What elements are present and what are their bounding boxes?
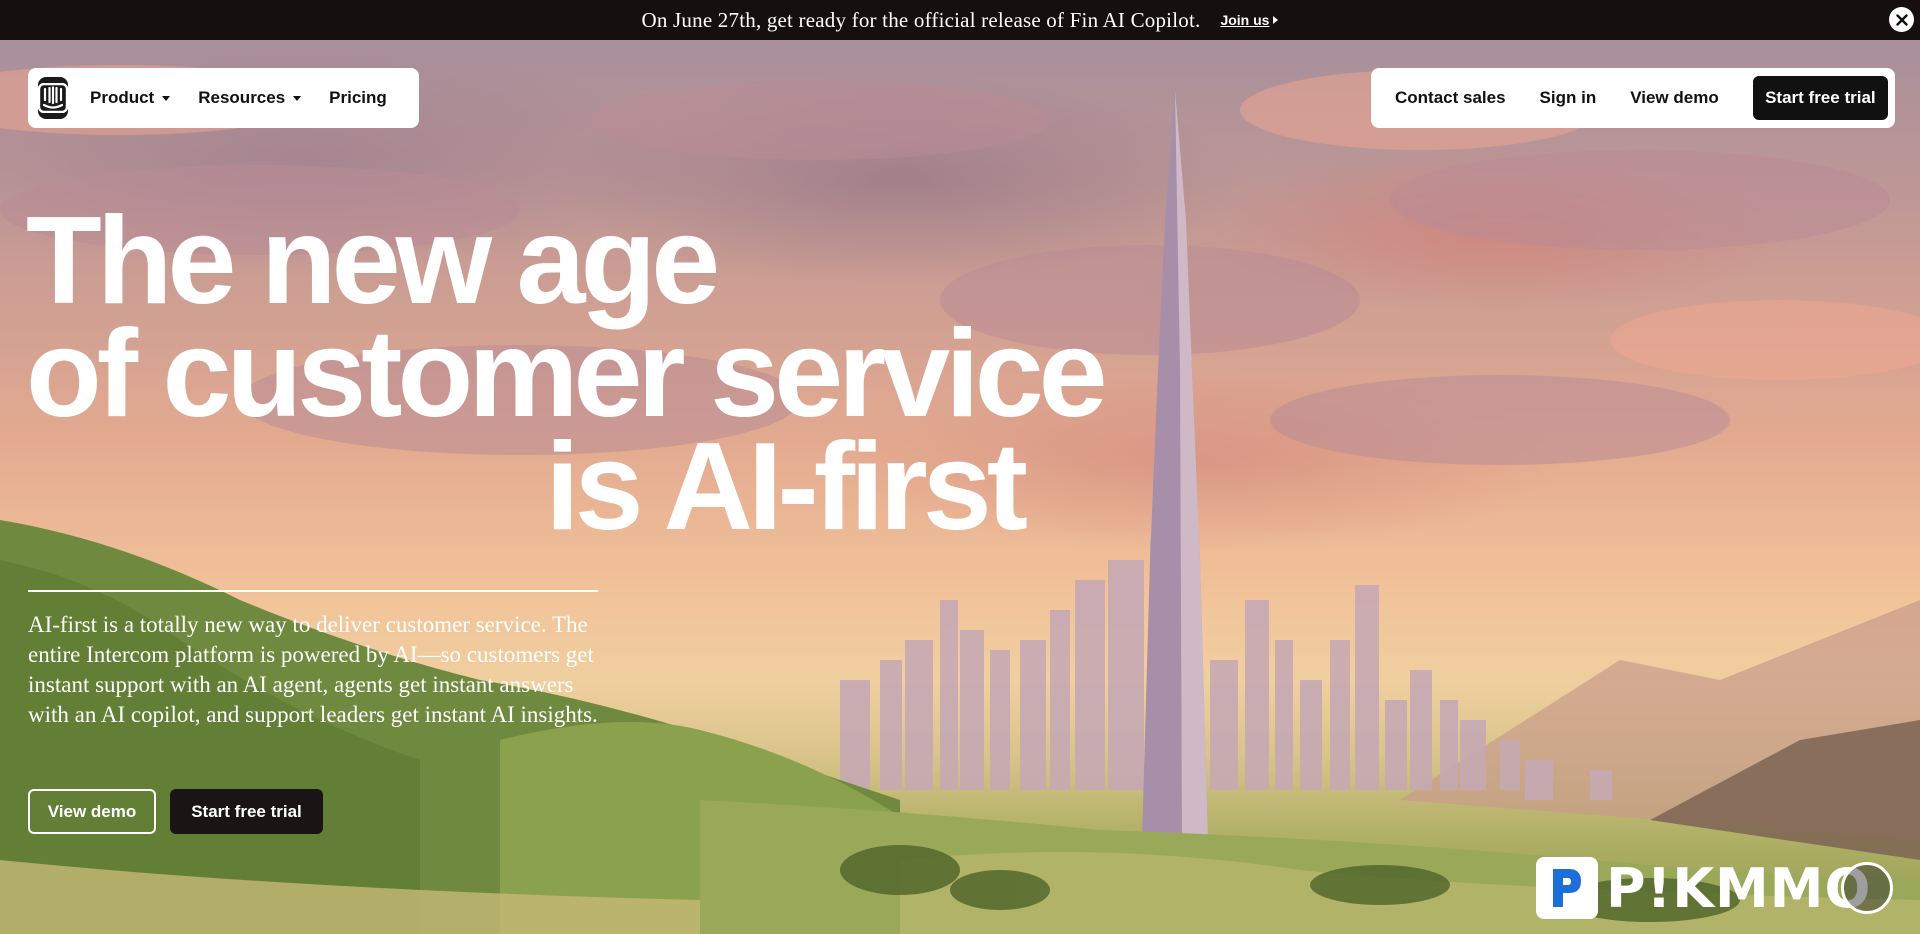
headline-line-2: of customer service (26, 305, 1108, 443)
watermark: P!KMMO (1536, 856, 1894, 920)
play-arrow-icon (1273, 16, 1279, 24)
hero-description: AI-first is a totally new way to deliver… (28, 612, 598, 727)
watermark-p-glyph (1553, 869, 1581, 907)
announcement-bar: On June 27th, get ready for the official… (0, 0, 1920, 40)
caret-down-icon (162, 95, 171, 101)
nav-resources-label: Resources (198, 88, 286, 107)
hero-headline: The new age of customer service is AI-fi… (26, 192, 1108, 556)
watermark-text: P!KMMO (1606, 856, 1872, 920)
nav-view-demo[interactable]: View demo (1630, 88, 1719, 108)
announcement-join-label: Join us (1220, 12, 1270, 28)
hero-view-demo-button[interactable]: View demo (28, 789, 156, 834)
intercom-logo-icon (38, 83, 68, 113)
nav-contact-sales[interactable]: Contact sales (1395, 88, 1506, 108)
headline-line-3: is AI-first (545, 418, 1028, 556)
main-nav-left: Product Resources Pricing (28, 68, 419, 128)
announcement-text: On June 27th, get ready for the official… (641, 7, 1201, 32)
nav-product-label: Product (90, 88, 155, 107)
watermark-p-icon (1536, 857, 1598, 919)
announcement-join-link[interactable]: Join us (1220, 12, 1279, 28)
nav-pricing[interactable]: Pricing (329, 88, 387, 108)
nav-start-free-trial-button[interactable]: Start free trial (1752, 76, 1888, 120)
close-icon (1895, 13, 1908, 26)
nav-sign-in[interactable]: Sign in (1540, 88, 1597, 108)
nav-pricing-label: Pricing (329, 88, 387, 107)
hero-divider (28, 590, 598, 592)
intercom-logo[interactable] (38, 77, 68, 119)
hero-start-free-trial-button[interactable]: Start free trial (170, 789, 323, 834)
main-nav-right: Contact sales Sign in View demo Start fr… (1371, 68, 1895, 128)
close-announcement-button[interactable] (1889, 7, 1914, 32)
headline-line-1: The new age (26, 192, 720, 330)
nav-product[interactable]: Product (90, 88, 171, 108)
caret-down-icon (293, 95, 302, 101)
nav-resources[interactable]: Resources (198, 88, 302, 108)
